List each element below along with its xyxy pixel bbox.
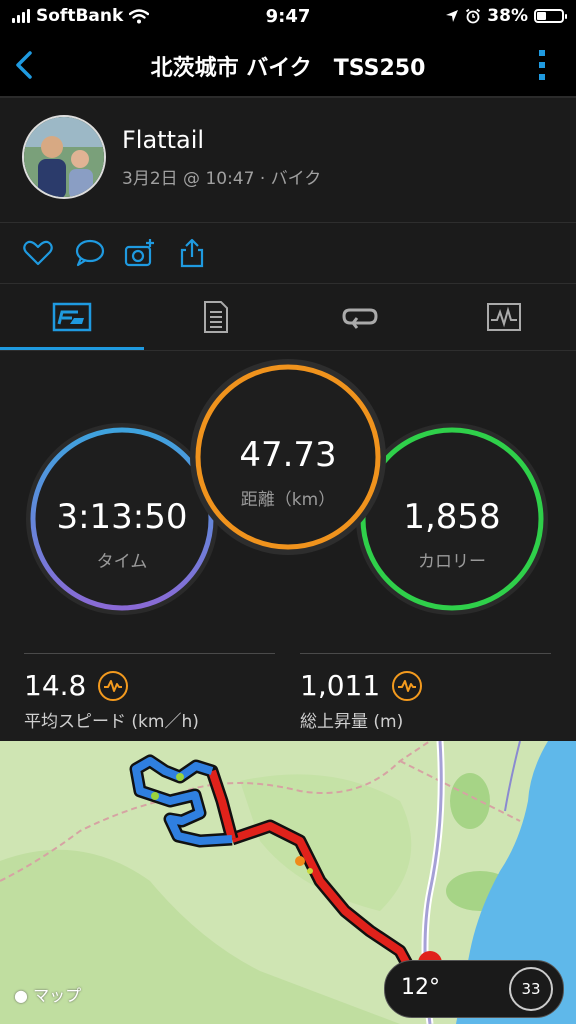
elevation-label: 総上昇量 (m) xyxy=(300,712,404,732)
temperature: 12° xyxy=(401,975,440,1000)
avg-speed-metric: 14.8 xyxy=(24,669,129,702)
avg-speed-label: 平均スピード (km／h) xyxy=(24,712,199,732)
details-tab-icon xyxy=(204,301,228,333)
apple-logo-icon: ● xyxy=(14,986,28,1005)
metric-divider xyxy=(300,653,551,654)
charts-tab-icon xyxy=(487,303,521,331)
share-icon[interactable] xyxy=(176,237,208,269)
weather-widget[interactable]: 12° 33 xyxy=(384,960,564,1018)
pulse-icon[interactable] xyxy=(392,670,423,701)
distance-value: 47.73 xyxy=(239,435,337,475)
wind-dial: 33 xyxy=(509,967,553,1011)
distance-gauge: 47.73 距離（km） xyxy=(190,359,386,555)
battery-icon xyxy=(534,9,567,23)
elevation-value: 1,011 xyxy=(300,669,381,702)
avg-speed-value: 14.8 xyxy=(24,669,87,702)
activity-datetime: 3月2日 @ 10:47 · バイク xyxy=(122,169,322,189)
comment-icon[interactable] xyxy=(74,237,106,269)
status-bar: SoftBank 9:47 38% xyxy=(0,0,576,34)
tab-charts[interactable] xyxy=(432,284,576,350)
pulse-icon[interactable] xyxy=(98,670,129,701)
route-map[interactable]: ● マップ 12° 33 xyxy=(0,741,576,1024)
metric-divider xyxy=(24,653,275,654)
action-bar xyxy=(0,223,576,284)
tab-bar xyxy=(0,284,576,351)
maps-logo-label: マップ xyxy=(33,986,82,1005)
alarm-icon xyxy=(466,8,481,24)
laps-tab-icon xyxy=(342,308,378,329)
athlete-name: Flattail xyxy=(122,126,205,154)
page-title: 北茨城市 バイク TSS250 xyxy=(150,56,426,81)
active-tab-indicator xyxy=(0,347,144,350)
heart-icon[interactable] xyxy=(22,237,54,269)
location-icon xyxy=(446,10,459,22)
more-options-icon[interactable] xyxy=(538,48,546,82)
battery-percent: 38% xyxy=(487,6,528,26)
status-right: 38% xyxy=(445,6,567,26)
elevation-metric: 1,011 xyxy=(300,669,423,702)
add-photo-icon[interactable] xyxy=(124,237,156,269)
tab-overview[interactable] xyxy=(0,284,144,350)
nav-header: 北茨城市 バイク TSS250 xyxy=(0,34,576,98)
avatar[interactable] xyxy=(22,115,106,199)
activity-profile: Flattail 3月2日 @ 10:47 · バイク xyxy=(0,98,576,223)
tab-details[interactable] xyxy=(144,284,288,350)
tab-laps[interactable] xyxy=(288,284,432,350)
distance-label: 距離（km） xyxy=(240,490,336,510)
overview-tab-icon xyxy=(52,302,92,332)
maps-logo: ● マップ xyxy=(14,982,81,1006)
wind-dial-value: 33 xyxy=(521,980,541,998)
stats-panel: 3:13:50 タイム 1,858 カロリー 47.73 距離（km） 14.8… xyxy=(0,351,576,741)
